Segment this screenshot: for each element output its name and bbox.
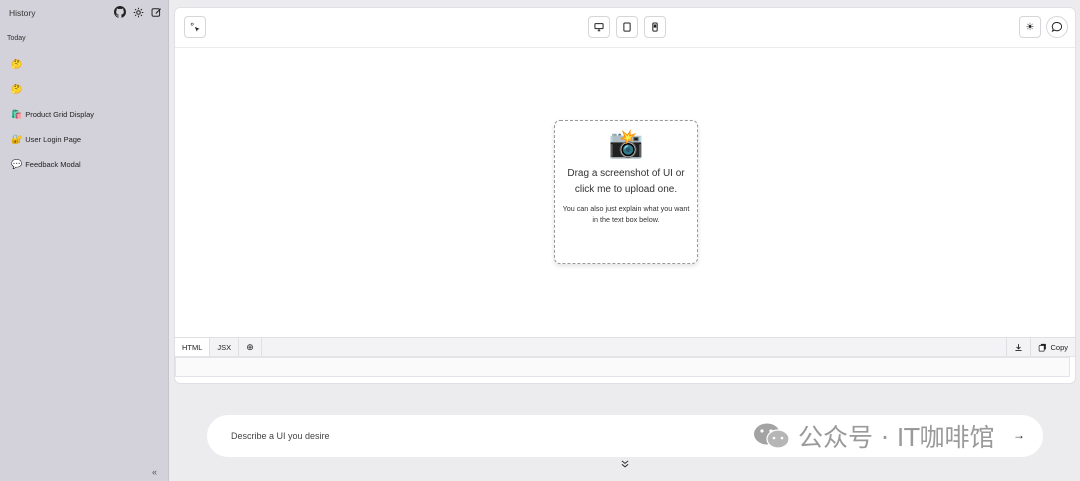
history-item-label: Feedback Modal <box>25 160 81 169</box>
code-editor[interactable] <box>175 357 1070 377</box>
tab-jsx[interactable]: JSX <box>210 338 240 356</box>
send-arrow-icon[interactable]: → <box>1013 428 1025 442</box>
thinking-face-icon: 🤔 <box>11 59 23 69</box>
code-tabbar: HTML JSX ⊕ Copy <box>175 337 1075 357</box>
sun-icon: ☀ <box>1025 21 1035 33</box>
tab-html[interactable]: HTML <box>175 338 211 356</box>
speech-bubble-icon: 💬 <box>11 159 23 169</box>
theme-toggle-button[interactable]: ☀ <box>1019 16 1041 38</box>
chat-bubble-icon <box>1051 22 1063 33</box>
download-button[interactable] <box>1006 338 1030 356</box>
history-list: 🤔 🤔 🛍️ Product Grid Display 🔐 User Login P… <box>11 52 94 177</box>
add-tab-icon[interactable]: ⊕ <box>239 338 262 356</box>
history-sidebar: History Today 🤔 🤔 🛍️ Product Grid Display… <box>0 0 169 481</box>
upload-dropzone[interactable]: 📸 Drag a screenshot of UI or click me to… <box>554 120 698 264</box>
device-toggle-group <box>588 16 666 38</box>
select-element-button[interactable] <box>184 16 206 38</box>
thinking-face-icon: 🤔 <box>11 84 23 94</box>
tablet-view-button[interactable] <box>616 16 638 38</box>
settings-gear-icon[interactable] <box>132 6 144 18</box>
download-icon <box>1015 343 1023 351</box>
watermark-text: 公众号 · IT咖啡馆 <box>798 423 995 452</box>
copy-icon <box>1039 343 1047 352</box>
wechat-icon <box>752 421 792 451</box>
github-icon[interactable] <box>114 6 126 18</box>
tab-actions: Copy <box>1006 338 1075 356</box>
shopping-bags-icon: 🛍️ <box>11 109 23 119</box>
history-item-product-grid[interactable]: 🛍️ Product Grid Display <box>11 102 94 127</box>
cursor-click-icon <box>190 22 200 32</box>
new-chat-edit-icon[interactable] <box>150 6 162 18</box>
expand-chevrons-icon[interactable] <box>620 459 630 472</box>
preview-canvas: 📸 Drag a screenshot of UI or click me to… <box>175 48 1075 337</box>
history-item-feedback-modal[interactable]: 💬 Feedback Modal <box>11 152 94 177</box>
main-panel: ☀ 📸 Drag a screenshot of UI or click me … <box>174 7 1076 384</box>
mobile-view-button[interactable] <box>644 16 666 38</box>
history-item[interactable]: 🤔 <box>11 52 94 77</box>
copy-label: Copy <box>1050 342 1068 352</box>
desktop-view-button[interactable] <box>588 16 610 38</box>
watermark: 公众号 · IT咖啡馆 <box>752 418 995 454</box>
history-item-label: User Login Page <box>25 135 82 144</box>
chat-button[interactable] <box>1046 16 1068 38</box>
tablet-icon <box>623 22 631 32</box>
upload-subtitle: You can also just explain what you want … <box>562 204 690 224</box>
desktop-icon <box>594 23 604 32</box>
mobile-icon <box>652 22 658 32</box>
collapse-sidebar-icon[interactable]: « <box>152 467 157 477</box>
lock-icon: 🔐 <box>11 134 23 144</box>
top-toolbar: ☀ <box>175 8 1075 48</box>
copy-button[interactable]: Copy <box>1030 338 1075 356</box>
history-item[interactable]: 🤔 <box>11 77 94 102</box>
section-today: Today <box>7 35 26 42</box>
history-item-user-login[interactable]: 🔐 User Login Page <box>11 127 94 152</box>
sidebar-icons <box>114 6 162 18</box>
camera-flash-icon: 📸 <box>608 128 644 159</box>
history-item-label: Product Grid Display <box>25 110 94 119</box>
sidebar-title: History <box>9 8 36 18</box>
upload-title: Drag a screenshot of UI or click me to u… <box>567 168 685 195</box>
